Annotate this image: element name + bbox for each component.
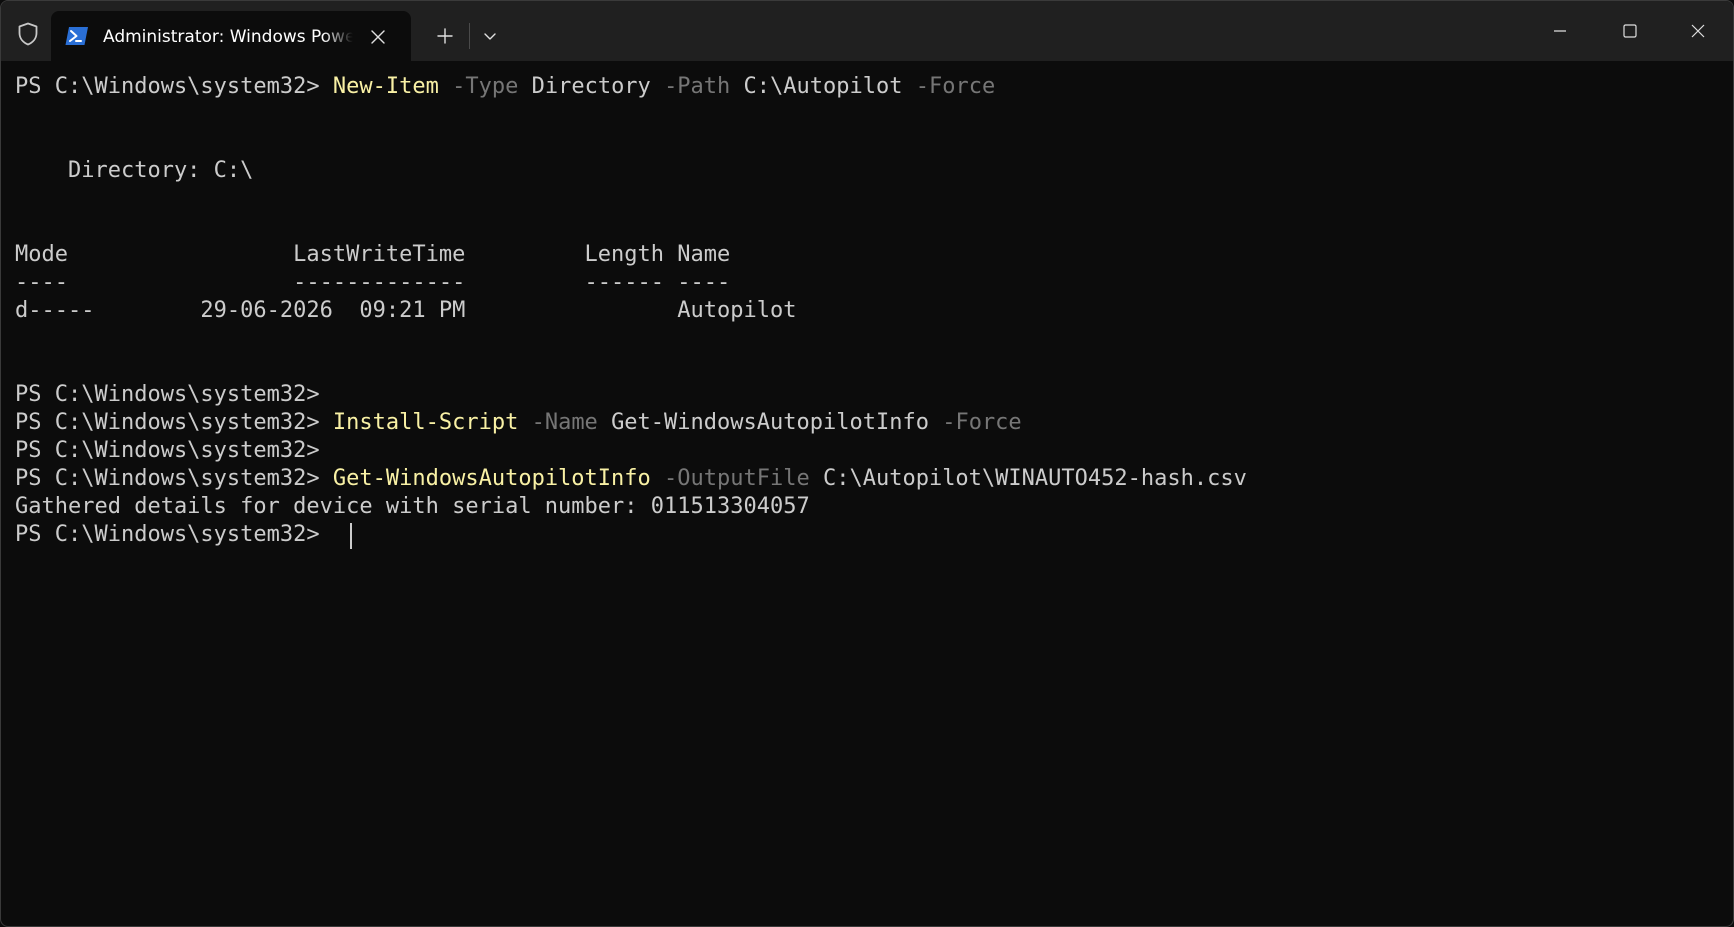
tab-title: Administrator: Windows PowerShell — [103, 27, 353, 47]
close-icon[interactable] — [363, 23, 393, 51]
tab-separator — [469, 23, 470, 49]
command-line: PS C:\Windows\system32> Install-Script -… — [15, 409, 1022, 437]
argument: Get-WindowsAutopilotInfo — [611, 410, 929, 435]
output-line: Gathered details for device with serial … — [15, 494, 810, 519]
table-row: d----- 29-06-2026 09:21 PM Autopilot — [15, 298, 797, 323]
table-header: Mode LastWriteTime Length Name — [15, 242, 731, 267]
terminal-window: Administrator: Windows PowerShell — [0, 0, 1734, 927]
new-tab-button[interactable] — [425, 19, 465, 53]
prompt-line: PS C:\Windows\system32> — [15, 438, 333, 463]
maximize-icon — [1623, 24, 1637, 38]
text-cursor — [350, 523, 352, 549]
command-line: PS C:\Windows\system32> Get-WindowsAutop… — [15, 465, 1247, 493]
close-window-button[interactable] — [1663, 1, 1733, 61]
directory-label: Directory: C:\ — [15, 158, 254, 183]
command-name: Get-WindowsAutopilotInfo — [332, 466, 651, 491]
prompt-line: PS C:\Windows\system32> — [15, 522, 333, 547]
argument: Directory — [531, 74, 651, 99]
prompt-line: PS C:\Windows\system32> — [15, 382, 333, 407]
powershell-icon — [65, 25, 89, 47]
command-name: Install-Script — [332, 410, 519, 435]
argument: C:\Autopilot\WINAUTO452-hash.csv — [822, 466, 1247, 491]
minimize-button[interactable] — [1525, 1, 1595, 61]
table-underline: ---- ------------- ------ ---- — [15, 270, 731, 295]
prompt: PS C:\Windows\system32> — [15, 74, 333, 99]
plus-icon — [437, 28, 453, 44]
parameter: -Type — [452, 74, 519, 99]
maximize-button[interactable] — [1595, 1, 1665, 61]
terminal-output[interactable]: PS C:\Windows\system32> New-Item -Type D… — [15, 73, 1715, 913]
argument: C:\Autopilot — [743, 74, 903, 99]
parameter: -Force — [915, 74, 996, 99]
command-line: PS C:\Windows\system32> New-Item -Type D… — [15, 73, 995, 101]
parameter: -Force — [942, 410, 1022, 435]
prompt: PS C:\Windows\system32> — [15, 466, 333, 491]
command-name: New-Item — [332, 74, 439, 99]
chevron-down-icon — [484, 33, 496, 40]
parameter: -Name — [531, 410, 598, 435]
prompt: PS C:\Windows\system32> — [15, 410, 333, 435]
parameter: -Path — [664, 74, 731, 99]
tab-powershell[interactable]: Administrator: Windows PowerShell — [51, 11, 411, 61]
scrollbar[interactable] — [1725, 61, 1731, 921]
parameter: -OutputFile — [664, 466, 810, 491]
title-bar: Administrator: Windows PowerShell — [1, 1, 1733, 61]
profile-dropdown-button[interactable] — [475, 19, 505, 53]
minimize-icon — [1554, 30, 1566, 32]
close-icon — [1691, 24, 1705, 38]
shield-icon — [13, 19, 43, 49]
